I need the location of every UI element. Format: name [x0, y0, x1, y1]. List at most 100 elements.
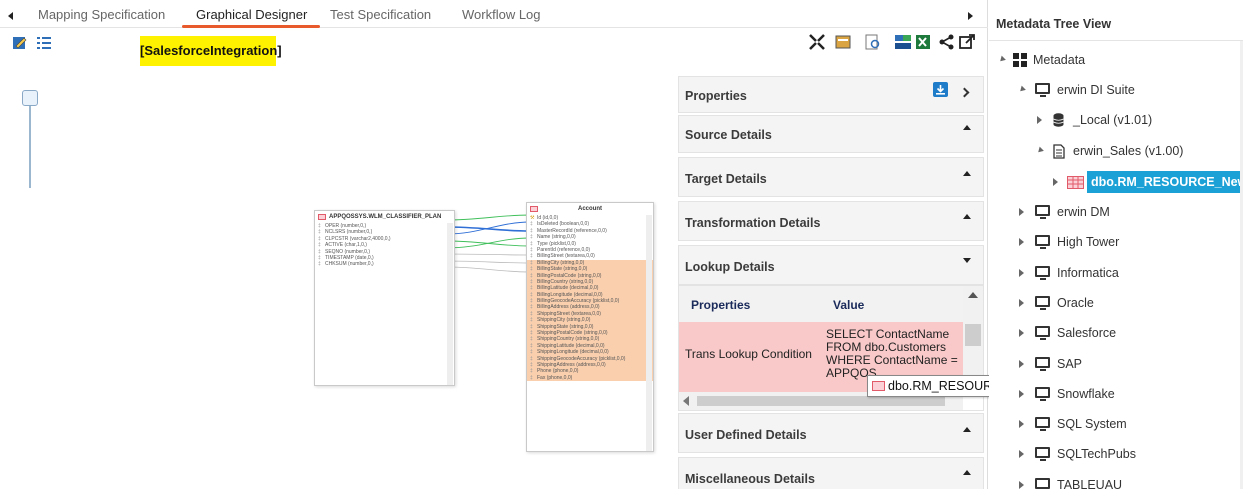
column-name: NCLSRS (number,0,) — [325, 229, 373, 236]
column-name: BillingAddress (address,0,0) — [537, 304, 600, 311]
tab-mapping-specification[interactable]: Mapping Specification — [38, 7, 165, 22]
column-name: Name (string,0,0) — [537, 234, 576, 241]
tab-graphical-designer[interactable]: Graphical Designer — [196, 7, 307, 22]
section-target-details[interactable]: Target Details — [678, 157, 984, 197]
target-table-header[interactable]: Account — [527, 203, 653, 215]
divider — [989, 40, 1243, 41]
target-table-scrollbar[interactable] — [646, 215, 652, 451]
column-name: TIMESTAMP (date,0,) — [325, 254, 374, 261]
edit-icon[interactable] — [12, 35, 28, 51]
tree-node-selected-table[interactable]: dbo.RM_RESOURCE_New — [1051, 171, 1243, 193]
app-window: Mapping Specification Graphical Designer… — [0, 0, 1243, 489]
collapsed-icon[interactable] — [1019, 450, 1024, 459]
collapse-icon[interactable] — [963, 214, 971, 219]
tree-node-erwin-sales[interactable]: erwin_Sales (v1.00) — [1035, 140, 1235, 162]
collapsed-icon[interactable] — [1019, 208, 1024, 216]
zoom-slider-track[interactable] — [29, 100, 31, 188]
tree-node-system[interactable]: Oracle — [1017, 292, 1237, 314]
collapsed-icon[interactable] — [1019, 329, 1024, 338]
layout-icon[interactable] — [834, 33, 852, 51]
collapsed-icon[interactable] — [1019, 389, 1024, 398]
collapsed-icon[interactable] — [1019, 298, 1024, 307]
scroll-left-icon[interactable] — [8, 12, 13, 20]
connector-line[interactable] — [445, 253, 531, 256]
share-icon[interactable] — [938, 33, 956, 51]
system-icon — [1035, 235, 1050, 250]
collapse-icon[interactable] — [963, 470, 971, 475]
expanded-icon[interactable] — [1036, 146, 1044, 155]
expand-icon[interactable] — [963, 258, 971, 263]
collapsed-icon[interactable] — [1037, 116, 1042, 124]
tab-workflow-log[interactable]: Workflow Log — [462, 7, 541, 22]
source-table-header[interactable]: APPQOSSYS.WLM_CLASSIFIER_PLAN — [315, 211, 454, 223]
scroll-right-icon[interactable] — [968, 12, 973, 20]
preview-icon[interactable] — [864, 33, 882, 51]
tree-node-local[interactable]: _Local (v1.01) — [1035, 109, 1235, 131]
section-transformation-details[interactable]: Transformation Details — [678, 201, 984, 241]
section-lookup-details[interactable]: Lookup Details — [678, 245, 984, 285]
tree-node-system[interactable]: Informatica — [1017, 262, 1237, 284]
connector-line[interactable] — [445, 260, 531, 264]
tab-test-specification[interactable]: Test Specification — [330, 7, 431, 22]
expanded-icon[interactable] — [1018, 85, 1026, 94]
zoom-slider-handle[interactable] — [22, 90, 38, 106]
column-header-value[interactable]: Value — [833, 298, 864, 312]
collapsed-icon[interactable] — [1053, 178, 1058, 186]
tree-node-label: erwin DM — [1057, 205, 1110, 219]
table-row[interactable]: ‡ CHKSUM (number,0,) — [315, 261, 454, 267]
tree-node-system[interactable]: Snowflake — [1017, 383, 1237, 405]
collapsed-icon[interactable] — [1019, 268, 1024, 277]
tree-node-system[interactable]: TABLEUAU — [1017, 474, 1237, 489]
collapse-icon[interactable] — [963, 427, 971, 432]
section-miscellaneous-details[interactable]: Miscellaneous Details — [678, 457, 984, 489]
scroll-left-icon[interactable] — [683, 396, 689, 406]
tree-node-system[interactable]: SQL System — [1017, 413, 1237, 435]
target-table-columns: ⚒ Id (id,0,0) ‡ IsDeleted (boolean,0,0) ‡ Mas… — [527, 215, 653, 382]
etl-icon[interactable] — [894, 33, 912, 51]
connector-line[interactable] — [445, 237, 531, 249]
scroll-thumb[interactable] — [965, 324, 981, 346]
tree-node-system[interactable]: High Tower — [1017, 231, 1237, 253]
popout-icon[interactable] — [958, 33, 976, 51]
tree-node-system[interactable]: erwin DM — [1017, 201, 1237, 223]
properties-header: Properties — [678, 76, 984, 113]
source-table[interactable]: APPQOSSYS.WLM_CLASSIFIER_PLAN ‡ OPER (num… — [314, 210, 455, 386]
section-source-details[interactable]: Source Details — [678, 115, 984, 153]
collapsed-icon[interactable] — [1019, 420, 1024, 429]
collapse-icon[interactable] — [808, 33, 826, 51]
scroll-thumb[interactable] — [697, 396, 945, 406]
collapsed-icon[interactable] — [1019, 238, 1024, 247]
table-row[interactable]: ‡ Fax (phone,0,0) — [527, 374, 653, 382]
system-icon — [1035, 295, 1050, 310]
expanded-icon[interactable] — [998, 55, 1006, 64]
tree-node-metadata[interactable]: Metadata — [997, 49, 1237, 71]
collapse-panel-icon[interactable] — [959, 87, 970, 98]
collapsed-icon[interactable] — [1019, 480, 1024, 489]
column-name: ParentId (reference,0,0) — [537, 246, 591, 253]
collapsed-icon[interactable] — [1019, 359, 1024, 368]
column-name: OPER (number,0,) — [325, 223, 367, 229]
target-table[interactable]: Account ⚒ Id (id,0,0) ‡ IsDeleted (boolean,… — [526, 202, 654, 452]
section-user-defined-details[interactable]: User Defined Details — [678, 413, 984, 453]
tree-node-system[interactable]: SQLTechPubs — [1017, 443, 1237, 465]
tree-node-erwin-di-suite[interactable]: erwin DI Suite — [1017, 79, 1237, 101]
connector-line[interactable] — [445, 226, 531, 232]
collapse-icon[interactable] — [963, 125, 971, 130]
tree-node-system[interactable]: Salesforce — [1017, 322, 1237, 344]
source-table-scrollbar[interactable] — [447, 223, 453, 385]
column-name: CLPCSTR (varchar2,4000,0,) — [325, 235, 391, 242]
connector-line[interactable] — [445, 266, 531, 273]
tree-node-label: _Local (v1.01) — [1073, 113, 1153, 127]
tab-bar: Mapping Specification Graphical Designer… — [0, 0, 988, 28]
connector-line[interactable] — [445, 214, 531, 221]
column-name: BillingCountry (string,0,0) — [537, 278, 594, 285]
section-label: Miscellaneous Details — [685, 472, 815, 486]
scroll-up-icon[interactable] — [968, 292, 978, 298]
column-header-properties[interactable]: Properties — [691, 298, 750, 312]
download-icon[interactable] — [933, 82, 948, 97]
collapse-icon[interactable] — [963, 171, 971, 176]
list-icon[interactable] — [36, 35, 52, 51]
excel-export-icon[interactable] — [914, 33, 932, 51]
tree-node-system[interactable]: SAP — [1017, 353, 1237, 375]
tree-node-label: erwin DI Suite — [1057, 83, 1135, 97]
